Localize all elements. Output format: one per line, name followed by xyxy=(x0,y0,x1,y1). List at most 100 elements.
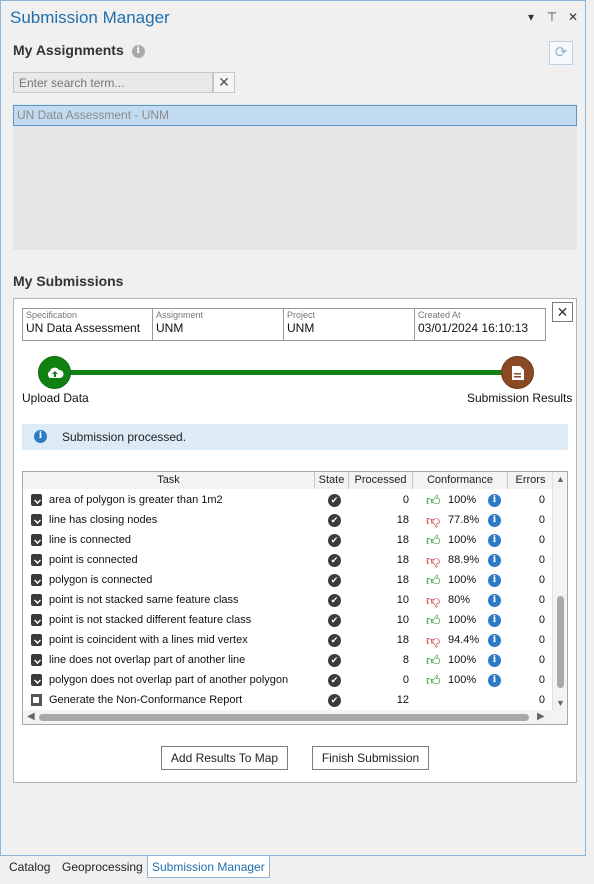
scroll-thumb[interactable] xyxy=(557,596,564,688)
info-icon[interactable]: i xyxy=(488,554,501,567)
thumbs-up-icon: 👍︎ xyxy=(426,532,441,548)
close-submission-button[interactable]: ✕ xyxy=(552,302,573,322)
table-row[interactable]: point is connected ✔ 18 👎︎ i 88.9% 0 xyxy=(23,550,553,570)
column-header-task[interactable]: Task xyxy=(23,472,315,489)
table-row[interactable]: polygon does not overlap part of another… xyxy=(23,670,553,690)
error-count: 0 xyxy=(538,574,545,586)
column-header-processed[interactable]: Processed xyxy=(349,472,413,489)
table-row[interactable]: Generate the Non-Conformance Report ✔ 12 0 xyxy=(23,690,553,710)
thumbs-down-icon: 👎︎ xyxy=(426,512,441,528)
task-name: line has closing nodes xyxy=(49,514,158,526)
info-icon: i xyxy=(34,430,47,443)
tab-geoprocessing[interactable]: Geoprocessing xyxy=(62,856,143,878)
check-task-icon xyxy=(31,494,42,506)
thumbs-up-icon: 👍︎ xyxy=(426,612,441,628)
submission-results-step[interactable] xyxy=(501,356,534,389)
table-row[interactable]: point is not stacked different feature c… xyxy=(23,610,553,630)
state-complete-icon: ✔ xyxy=(328,674,341,687)
processed-count: 8 xyxy=(402,654,409,666)
check-task-icon xyxy=(31,674,42,686)
search-input[interactable] xyxy=(13,72,213,93)
info-icon[interactable]: i xyxy=(488,654,501,667)
check-task-icon xyxy=(31,554,42,566)
meta-assignment: Assignment UNM xyxy=(153,308,284,341)
close-icon: ✕ xyxy=(218,74,230,90)
close-icon[interactable]: ✕ xyxy=(567,10,579,24)
error-count: 0 xyxy=(538,594,545,606)
submission-panel: ✕ Specification UN Data Assessment Assig… xyxy=(13,298,577,783)
check-task-icon xyxy=(31,534,42,546)
add-results-to-map-button[interactable]: Add Results To Map xyxy=(161,746,288,770)
title-bar: Submission Manager ▾ ⊤ ✕ xyxy=(1,1,585,35)
table-row[interactable]: line is connected ✔ 18 👍︎ i 100% 0 xyxy=(23,530,553,550)
task-results-table: Task State Processed Conformance Errors … xyxy=(22,471,568,725)
processed-count: 18 xyxy=(396,554,409,566)
conformance-value: 100% xyxy=(448,534,477,546)
tab-submission-manager[interactable]: Submission Manager xyxy=(147,856,270,878)
error-count: 0 xyxy=(538,674,545,686)
error-count: 0 xyxy=(538,654,545,666)
submission-results-label: Submission Results xyxy=(467,391,573,405)
scroll-up-icon[interactable]: ▲ xyxy=(553,474,567,484)
column-header-state[interactable]: State xyxy=(315,472,349,489)
task-name: area of polygon is greater than 1m2 xyxy=(49,494,223,506)
info-icon[interactable]: i xyxy=(488,514,501,527)
info-icon[interactable]: i xyxy=(488,494,501,507)
info-icon[interactable]: i xyxy=(488,634,501,647)
check-task-icon xyxy=(31,574,42,586)
clear-search-button[interactable]: ✕ xyxy=(213,72,235,93)
column-header-conformance[interactable]: Conformance xyxy=(413,472,508,489)
conformance-value: 100% xyxy=(448,494,477,506)
column-header-errors[interactable]: Errors xyxy=(508,472,553,489)
info-icon[interactable]: i xyxy=(488,534,501,547)
meta-project: Project UNM xyxy=(284,308,415,341)
processed-count: 10 xyxy=(396,594,409,606)
error-count: 0 xyxy=(538,694,545,706)
state-complete-icon: ✔ xyxy=(328,494,341,507)
cloud-upload-icon xyxy=(47,367,64,378)
table-row[interactable]: point is coincident with a lines mid ver… xyxy=(23,630,553,650)
table-row[interactable]: area of polygon is greater than 1m2 ✔ 0 👍︎ i… xyxy=(23,490,553,510)
pin-icon[interactable]: ⊤ xyxy=(546,10,558,24)
scroll-right-icon[interactable]: ▶ xyxy=(537,710,545,724)
error-count: 0 xyxy=(538,534,545,546)
report-task-icon xyxy=(31,694,42,706)
table-row[interactable]: line does not overlap part of another li… xyxy=(23,650,553,670)
finish-submission-button[interactable]: Finish Submission xyxy=(312,746,429,770)
vertical-scrollbar[interactable]: ▲ ▼ xyxy=(552,472,567,710)
info-icon[interactable]: i xyxy=(488,594,501,607)
table-row[interactable]: point is not stacked same feature class ✔… xyxy=(23,590,553,610)
processed-count: 0 xyxy=(402,494,409,506)
state-complete-icon: ✔ xyxy=(328,514,341,527)
scroll-thumb[interactable] xyxy=(39,714,529,721)
conformance-value: 100% xyxy=(448,674,477,686)
info-icon[interactable]: i xyxy=(488,574,501,587)
horizontal-scrollbar[interactable]: ◀ ▶ xyxy=(23,710,567,724)
meta-specification: Specification UN Data Assessment xyxy=(22,308,153,341)
check-task-icon xyxy=(31,614,42,626)
thumbs-down-icon: 👎︎ xyxy=(426,552,441,568)
state-complete-icon: ✔ xyxy=(328,654,341,667)
table-header: Task State Processed Conformance Errors xyxy=(23,472,553,489)
processed-count: 0 xyxy=(402,674,409,686)
bottom-tab-bar: Catalog Geoprocessing Submission Manager xyxy=(0,856,594,884)
table-row[interactable]: polygon is connected ✔ 18 👍︎ i 100% 0 xyxy=(23,570,553,590)
scroll-left-icon[interactable]: ◀ xyxy=(27,710,35,724)
info-icon[interactable]: i xyxy=(488,614,501,627)
state-complete-icon: ✔ xyxy=(328,694,341,707)
tab-catalog[interactable]: Catalog xyxy=(9,856,50,878)
conformance-value: 100% xyxy=(448,654,477,666)
info-icon[interactable]: i xyxy=(131,44,145,58)
list-item[interactable]: UN Data Assessment - UNM xyxy=(13,105,577,126)
options-dropdown-icon[interactable]: ▾ xyxy=(525,10,537,24)
processed-count: 10 xyxy=(396,614,409,626)
table-row[interactable]: line has closing nodes ✔ 18 👎︎ i 77.8% 0 xyxy=(23,510,553,530)
upload-data-step[interactable] xyxy=(38,356,71,389)
processed-count: 18 xyxy=(396,514,409,526)
refresh-button[interactable]: ⟳ xyxy=(549,41,573,65)
conformance-value: 100% xyxy=(448,574,477,586)
submission-manager-pane: Submission Manager ▾ ⊤ ✕ My Assignments i… xyxy=(0,0,586,856)
info-icon[interactable]: i xyxy=(488,674,501,687)
task-name: point is coincident with a lines mid ver… xyxy=(49,634,248,646)
scroll-down-icon[interactable]: ▼ xyxy=(553,698,567,708)
